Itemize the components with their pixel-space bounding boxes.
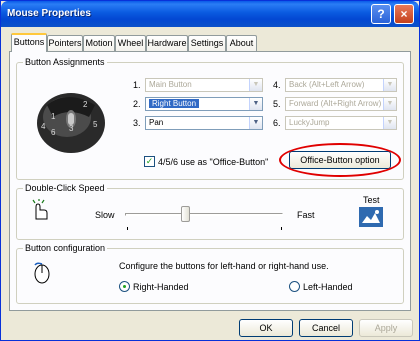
tab-about[interactable]: About	[226, 35, 257, 51]
double-click-speed-group: Double-Click Speed Slow Fast Test	[16, 183, 404, 240]
double-click-slider-thumb[interactable]	[181, 206, 191, 222]
assignment-6-select[interactable]: LuckyJump ▼	[285, 116, 397, 130]
assignment-5-number: 5.	[273, 99, 281, 109]
double-click-speed-legend: Double-Click Speed	[23, 183, 107, 193]
fast-label: Fast	[297, 210, 315, 220]
mouse-number-6: 6	[51, 128, 56, 137]
tab-pointers[interactable]: Pointers	[47, 35, 83, 51]
mouse-handedness-icon	[34, 262, 50, 284]
mouse-number-5: 5	[93, 120, 98, 129]
help-button[interactable]: ?	[371, 4, 391, 24]
assignment-2-select[interactable]: Right Button ▼	[145, 97, 263, 111]
tab-hardware[interactable]: Hardware	[146, 35, 188, 51]
assignment-4-number: 4.	[273, 80, 281, 90]
mouse-properties-window: Mouse Properties ? × Buttons Pointers Mo…	[0, 0, 420, 341]
chevron-down-icon: ▼	[249, 117, 262, 129]
right-handed-radio[interactable]	[119, 281, 130, 292]
double-click-hand-icon	[32, 199, 48, 220]
chevron-down-icon: ▼	[383, 117, 396, 129]
office-button-checkbox-label: 4/5/6 use as "Office-Button"	[158, 157, 269, 167]
annotation-highlight-ring	[279, 143, 401, 177]
assignment-6-number: 6.	[273, 118, 281, 128]
double-click-slider-track[interactable]	[125, 213, 283, 216]
chevron-down-icon: ▼	[383, 79, 396, 91]
assignment-1-select[interactable]: Main Button ▼	[145, 78, 263, 92]
button-configuration-group: Button configuration Configure the butto…	[16, 243, 404, 304]
chevron-down-icon: ▼	[383, 98, 396, 110]
assignment-5-select[interactable]: Forward (Alt+Right Arrow) ▼	[285, 97, 397, 111]
apply-button[interactable]: Apply	[359, 319, 413, 337]
button-configuration-legend: Button configuration	[23, 243, 108, 253]
slider-tick-min	[127, 227, 128, 230]
assignment-4-select[interactable]: Back (Alt+Left Arrow) ▼	[285, 78, 397, 92]
assignment-3-number: 3.	[133, 118, 141, 128]
office-button-checkbox[interactable]: ✓	[144, 156, 155, 167]
window-title: Mouse Properties	[7, 8, 91, 19]
ok-button[interactable]: OK	[239, 319, 293, 337]
mouse-number-2: 2	[83, 100, 88, 109]
tab-motion[interactable]: Motion	[83, 35, 115, 51]
assignment-1-number: 1.	[133, 80, 141, 90]
right-handed-label: Right-Handed	[133, 282, 189, 292]
title-bar[interactable]: Mouse Properties ? ×	[1, 1, 419, 27]
tab-wheel[interactable]: Wheel	[115, 35, 146, 51]
tab-buttons[interactable]: Buttons	[11, 33, 47, 52]
tab-settings[interactable]: Settings	[188, 35, 226, 51]
mouse-number-4: 4	[41, 122, 46, 131]
chevron-down-icon: ▼	[249, 79, 262, 91]
test-area-icon[interactable]	[359, 207, 383, 227]
button-assignments-group: Button Assignments 1 2 3 4 5 6 1. Main B…	[16, 57, 404, 180]
configuration-description: Configure the buttons for left-hand or r…	[119, 261, 329, 271]
close-button[interactable]: ×	[394, 4, 414, 24]
assignment-3-select[interactable]: Pan ▼	[145, 116, 263, 130]
mouse-number-1: 1	[51, 112, 56, 121]
slider-tick-max	[281, 227, 282, 230]
chevron-down-icon: ▼	[249, 98, 262, 110]
mouse-icon: 1 2 3 4 5 6	[37, 93, 105, 153]
left-handed-label: Left-Handed	[303, 282, 353, 292]
left-handed-radio[interactable]	[289, 281, 300, 292]
mouse-number-3: 3	[69, 124, 74, 133]
test-label: Test	[363, 195, 380, 205]
slow-label: Slow	[95, 210, 115, 220]
button-assignments-legend: Button Assignments	[23, 57, 107, 67]
buttons-tab-panel: Button Assignments 1 2 3 4 5 6 1. Main B…	[9, 51, 411, 311]
cancel-button[interactable]: Cancel	[299, 319, 353, 337]
assignment-2-number: 2.	[133, 99, 141, 109]
